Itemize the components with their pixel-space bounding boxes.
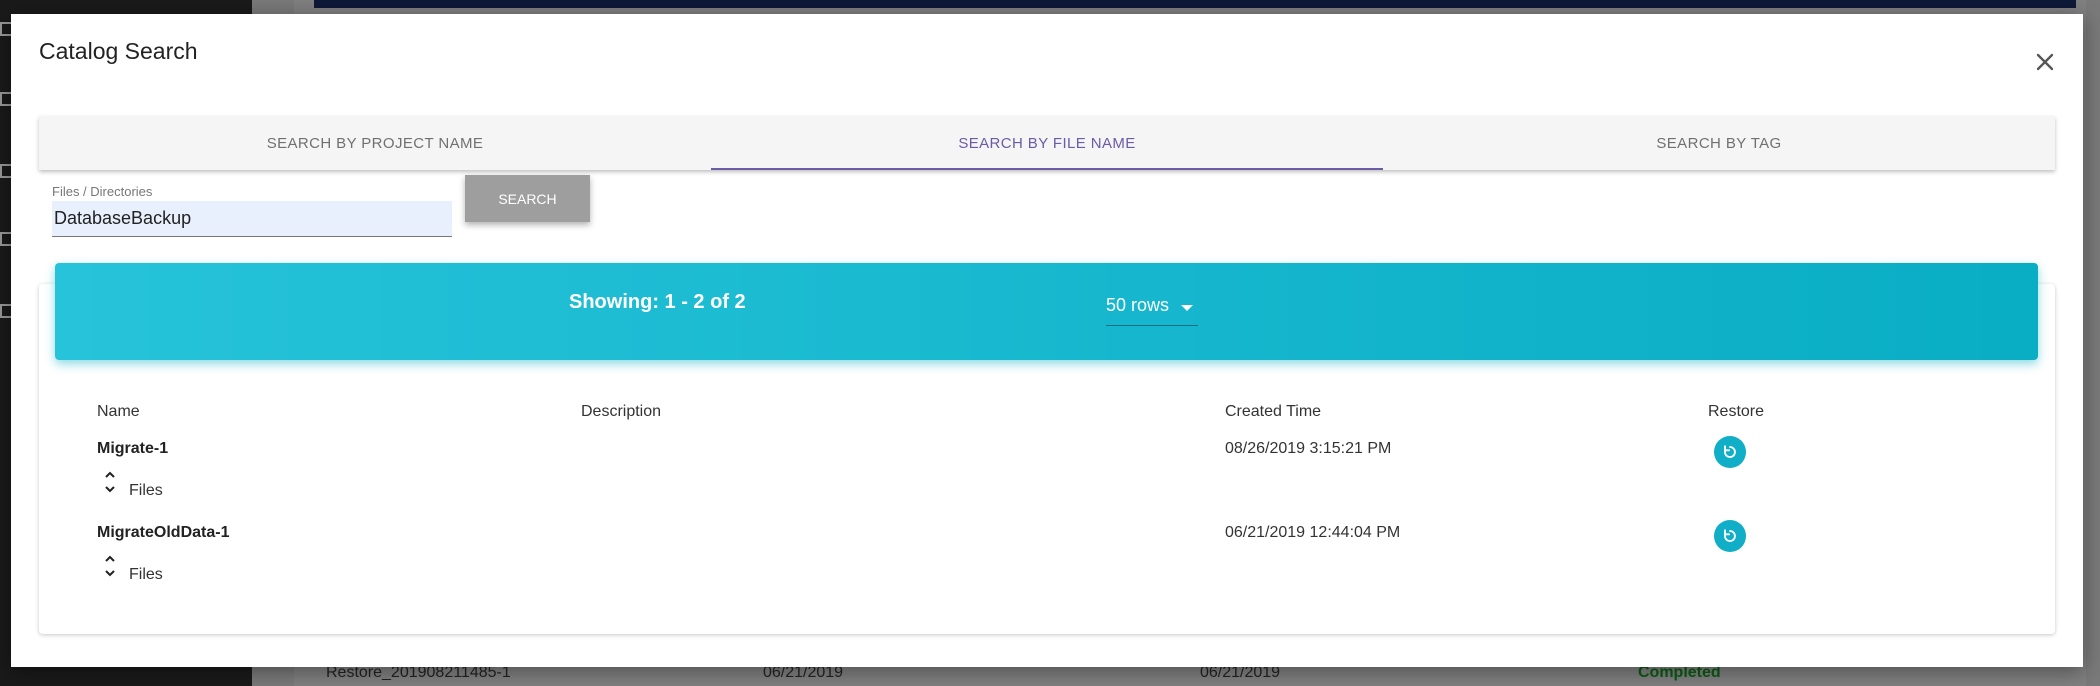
tab-search-by-project-name[interactable]: SEARCH BY PROJECT NAME: [39, 116, 711, 170]
column-header-description: Description: [581, 403, 662, 420]
files-expand-toggle[interactable]: Files: [103, 471, 163, 500]
modal-title: Catalog Search: [39, 38, 198, 64]
chevron-down-icon: [1181, 305, 1194, 311]
search-tabs: SEARCH BY PROJECT NAME SEARCH BY FILE NA…: [39, 116, 2055, 170]
expand-collapse-icon: [105, 471, 115, 493]
column-header-restore: Restore: [1708, 403, 1765, 420]
files-label: Files: [129, 566, 163, 583]
files-expand-toggle[interactable]: Files: [103, 555, 163, 584]
files-label: Files: [129, 482, 163, 499]
column-header-created-time: Created Time: [1225, 403, 1322, 420]
table-row-created-time: 08/26/2019 3:15:21 PM: [1225, 440, 1392, 457]
results-count: Showing: 1 - 2 of 2: [569, 291, 746, 313]
catalog-search-modal: Catalog Search SEARCH BY PROJECT NAME SE…: [11, 14, 2083, 667]
restore-icon: [1724, 445, 1736, 458]
tab-search-by-file-name[interactable]: SEARCH BY FILE NAME: [711, 116, 1383, 170]
expand-collapse-icon: [105, 555, 115, 577]
table-row-name: MigrateOldData-1: [97, 524, 230, 541]
rows-per-page-select[interactable]: 50 rows: [1106, 295, 1198, 326]
restore-button[interactable]: [1714, 520, 1746, 552]
tab-search-by-tag[interactable]: SEARCH BY TAG: [1383, 116, 2055, 170]
rows-per-page-value: 50 rows: [1106, 295, 1170, 315]
results-header: Showing: 1 - 2 of 2 50 rows: [55, 263, 2038, 360]
column-header-name: Name: [97, 403, 140, 420]
background-topbar: [314, 0, 2076, 8]
search-button[interactable]: SEARCH: [465, 175, 590, 222]
restore-icon: [1724, 529, 1736, 542]
table-row-name: Migrate-1: [97, 440, 169, 457]
files-directories-input[interactable]: [52, 201, 452, 237]
close-icon[interactable]: [2031, 48, 2059, 76]
files-directories-label: Files / Directories: [52, 184, 153, 199]
table-row-created-time: 06/21/2019 12:44:04 PM: [1225, 524, 1401, 541]
restore-button[interactable]: [1714, 436, 1746, 468]
